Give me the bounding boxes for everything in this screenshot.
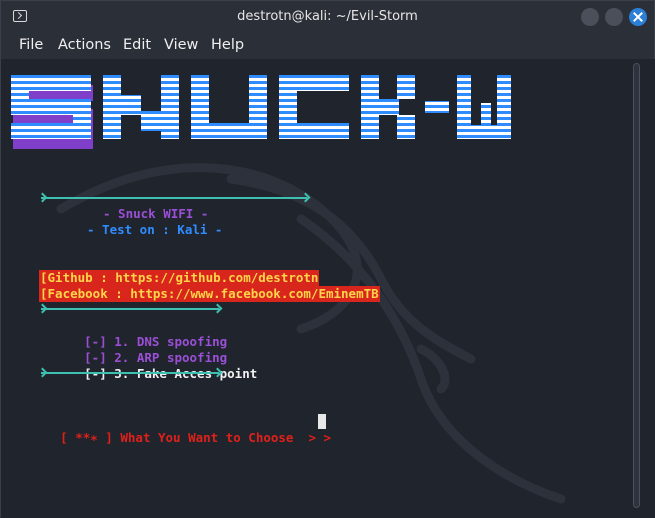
menu-help[interactable]: Help [211,37,244,53]
scrollbar[interactable] [633,63,640,508]
title-bar[interactable]: destrotn@kali: ~/Evil-Storm [1,1,654,33]
header-title: - Snuck WIFI - [103,206,209,221]
text-cursor[interactable] [318,414,326,429]
separator-line [41,308,219,310]
snuck-wi-ascii-logo [11,75,511,149]
terminal-output[interactable]: - Snuck WIFI - - Test on : Kali - [Githu… [1,59,655,518]
menu-bar: File Actions Edit View Help [1,33,654,59]
minimize-button[interactable] [581,8,599,26]
prompt-prefix: [ **∗ ] [60,430,113,445]
separator-line [41,197,307,199]
prompt-text: What You Want to Choose > > [112,430,332,445]
terminal-window: destrotn@kali: ~/Evil-Storm File Actions… [0,0,655,518]
close-button[interactable] [629,8,647,26]
facebook-link: [Facebook : https://www.facebook.com/Emi… [39,286,380,302]
menu-edit[interactable]: Edit [123,37,151,53]
separator-line [41,372,219,374]
maximize-button[interactable] [605,8,623,26]
github-link: [Github : https://github.com/destrotn [39,270,320,286]
menu-actions[interactable]: Actions [58,37,111,53]
choice-prompt: [ **∗ ] What You Want to Choose > > [15,414,331,462]
menu-view[interactable]: View [164,37,198,53]
option-fake-access-point: [-] 3. Fake Acces point [39,350,257,398]
menu-file[interactable]: File [19,37,43,53]
header-subtitle: - Test on : Kali - [87,222,223,237]
window-title: destrotn@kali: ~/Evil-Storm [237,9,418,24]
